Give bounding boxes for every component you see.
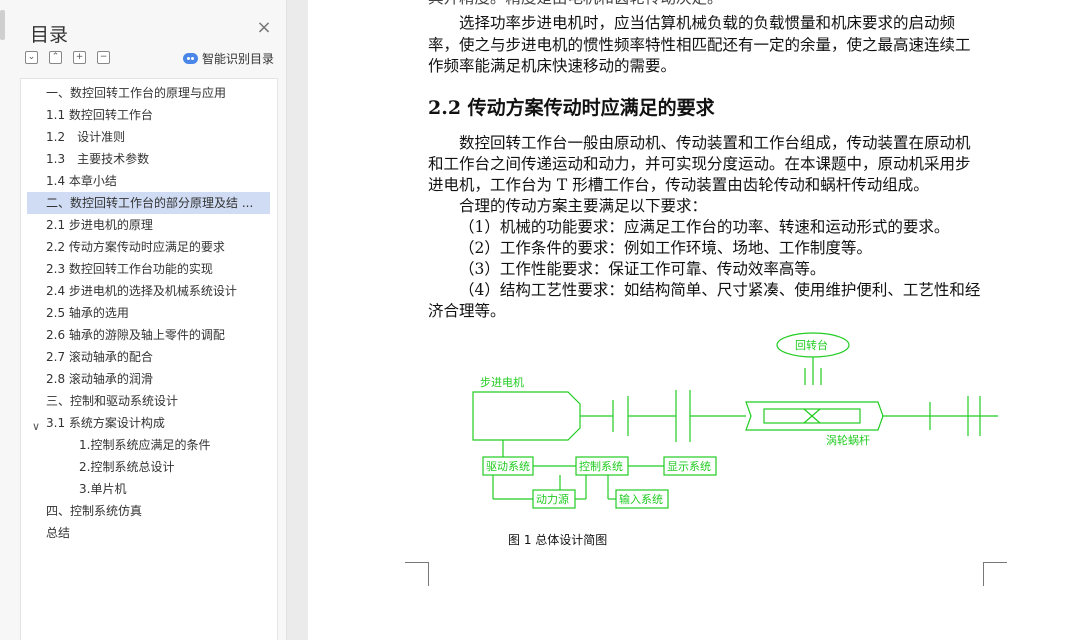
paragraph-line: 率，使之与步进电机的惯性频率特性相匹配还有一定的余量，使之最高速连续工 xyxy=(428,36,971,54)
requirement-line: （2）工作条件的要求：例如工作环境、场地、工作制度等。 xyxy=(459,239,872,257)
label-worm-gear: 涡轮蜗杆 xyxy=(826,433,870,447)
toc-panel-scroll-thumb[interactable] xyxy=(0,10,5,40)
toc-item[interactable]: 2.8 滚动轴承的润滑 xyxy=(46,368,271,390)
paragraph-line: 进电机，工作台为 T 形槽工作台，传动装置由齿轮传动和蜗杆传动组成。 xyxy=(428,176,929,194)
paragraph-line: 数控回转工作台一般由原动机、传动装置和工作台组成，传动装置在原动机 xyxy=(459,134,971,152)
stepper-motor-shape xyxy=(472,391,581,441)
toc-item[interactable]: 总结 xyxy=(46,522,271,544)
partial-text-line: 具开精度。精度是由电机和齿轮传动决定。 xyxy=(428,0,723,9)
toc-item[interactable]: 四、控制系统仿真 xyxy=(46,500,271,522)
toc-item[interactable]: 1.2 设计准则 xyxy=(46,126,271,148)
label-drive-system: 驱动系统 xyxy=(486,460,530,473)
close-icon[interactable]: × xyxy=(254,18,274,38)
toc-item[interactable]: 1.4 本章小结 xyxy=(46,170,271,192)
system-diagram: 回转台 步进电机 涡轮蜗杆 驱动系统 控制系统 显示系统 动力源 输入系统 xyxy=(472,332,998,509)
requirement-line: （4）结构工艺性要求：如结构简单、尺寸紧凑、使用维护便利、工艺性和经 xyxy=(459,281,981,299)
document-page: 具开精度。精度是由电机和齿轮传动决定。 选择功率步进电机时，应当估算机械负载的负… xyxy=(308,0,1085,640)
toc-item[interactable]: 2.6 轴承的游隙及轴上零件的调配 xyxy=(46,324,271,346)
paragraph-line: 合理的传动方案主要满足以下要求： xyxy=(459,197,708,215)
toc-item[interactable]: 3.单片机 xyxy=(79,478,269,500)
remove-heading-icon[interactable]: − xyxy=(97,51,110,64)
toc-item[interactable]: 2.5 轴承的选用 xyxy=(46,302,271,324)
toc-title: 目录 xyxy=(30,24,69,46)
label-rotary-table: 回转台 xyxy=(795,338,828,352)
toc-item[interactable]: 2.控制系统总设计 xyxy=(79,456,269,478)
paragraph-line: 选择功率步进电机时，应当估算机械负载的负载惯量和机床要求的启动频 xyxy=(459,14,956,32)
toc-item[interactable]: 一、数控回转工作台的原理与应用 xyxy=(46,82,271,104)
label-input-system: 输入系统 xyxy=(619,492,663,506)
requirement-line: （1）机械的功能要求：应满足工作台的功率、转速和运动形式的要求。 xyxy=(459,218,950,236)
requirement-line: （3）工作性能要求：保证工作可靠、传动效率高等。 xyxy=(459,260,826,278)
app-window: 目录 × ⌄ ⌃ + − 智能识别目录 一、数控回转工作台的原理与应用 1.1 … xyxy=(0,0,1085,640)
label-power-source: 动力源 xyxy=(536,492,569,506)
smart-toc-icon xyxy=(183,53,198,64)
toc-item[interactable]: 2.3 数控回转工作台功能的实现 xyxy=(46,258,271,280)
toc-panel: 目录 × ⌄ ⌃ + − 智能识别目录 一、数控回转工作台的原理与应用 1.1 … xyxy=(0,0,287,640)
toc-item[interactable]: 2.7 滚动轴承的配合 xyxy=(46,346,271,368)
toc-item[interactable]: 2.2 传动方案传动时应满足的要求 xyxy=(46,236,271,258)
toc-item[interactable]: 1.控制系统应满足的条件 xyxy=(79,434,269,456)
add-heading-icon[interactable]: + xyxy=(73,51,86,64)
smart-toc-button[interactable]: 智能识别目录 xyxy=(183,50,274,67)
toc-item[interactable]: 1.1 数控回转工作台 xyxy=(46,104,271,126)
toc-item[interactable]: 2.4 步进电机的选择及机械系统设计 xyxy=(46,280,271,302)
section-heading: 2.2 传动方案传动时应满足的要求 xyxy=(428,97,715,119)
chevron-down-icon[interactable]: ∨ xyxy=(32,420,40,433)
paragraph-line: 和工作台之间传递运动和动力，并可实现分度运动。在本课题中，原动机采用步 xyxy=(428,155,971,173)
paragraph-line: 作频率能满足机床快速移动的需要。 xyxy=(428,57,677,75)
toc-item-selected[interactable]: 二、数控回转工作台的部分原理及结 ... xyxy=(27,192,270,214)
requirement-line: 济合理等。 xyxy=(428,302,506,320)
toc-item[interactable]: 2.1 步进电机的原理 xyxy=(46,214,271,236)
expand-up-icon[interactable]: ⌃ xyxy=(49,51,62,64)
worm-gear-shape xyxy=(745,401,884,431)
toc-item[interactable]: 1.3 主要技术参数 xyxy=(46,148,271,170)
page-corner-mark xyxy=(405,562,429,586)
page-corner-mark xyxy=(983,562,1007,586)
label-display-system: 显示系统 xyxy=(667,460,711,473)
panel-divider[interactable] xyxy=(288,0,308,640)
smart-toc-label: 智能识别目录 xyxy=(202,52,275,66)
collapse-all-icon[interactable]: ⌄ xyxy=(25,51,38,64)
figure-caption: 图 1 总体设计简图 xyxy=(508,533,608,547)
label-control-system: 控制系统 xyxy=(579,459,623,473)
toc-item[interactable]: 三、控制和驱动系统设计 xyxy=(46,390,271,412)
toc-item[interactable]: 3.1 系统方案设计构成 xyxy=(46,412,271,434)
label-stepper-motor: 步进电机 xyxy=(480,375,524,389)
